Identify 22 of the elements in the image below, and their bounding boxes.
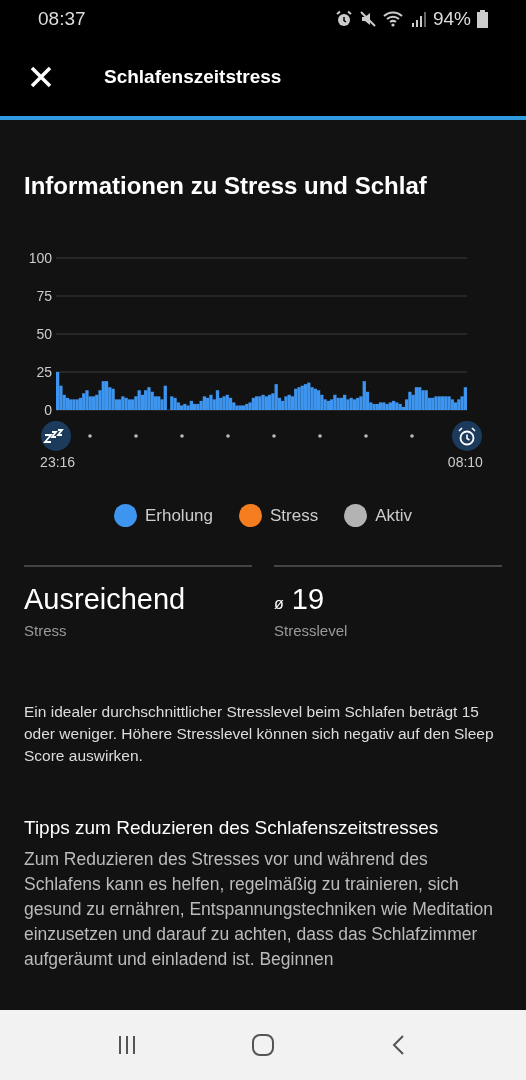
section-title: Informationen zu Stress und Schlaf (24, 172, 428, 200)
y-axis-label: 75 (36, 288, 52, 304)
stat-label: Stresslevel (274, 622, 348, 639)
average-symbol: ø (274, 595, 284, 613)
time-label: 23:16 (40, 454, 76, 470)
y-axis-label: 25 (36, 364, 52, 380)
battery-percent: 94% (432, 7, 471, 30)
y-axis-label: 0 (44, 402, 52, 418)
status-time: 08:37 (38, 7, 86, 30)
info-text: Ein idealer durchschnittlicher Stresslevel beim Schlafen beträgt 15 oder weniger. Höhere Stresslevel können sich negativ auf den Sleep Score auswirken. (24, 702, 495, 766)
tips-text: Zum Reduzieren des Stresses vor und während des Schlafens kann es helfen, regelmäßig zu trainieren, sich gesund zu ernähren, Entspannungstechniken wie Meditation einzusetzen und darauf zu achten, dass das Schlafzimmer aufgeräumt und einladend ist. Beginnen (24, 848, 494, 971)
stat-value: Ausreichend (24, 583, 186, 616)
legend-label: Erholung (144, 505, 213, 526)
y-axis-label: 100 (28, 250, 52, 266)
legend-label: Aktiv (375, 505, 413, 526)
y-axis-label: 50 (36, 326, 52, 342)
stat-value: 19 (291, 583, 325, 616)
stat-label: Stress (24, 622, 67, 639)
header-title: Schlafenszeitstress (104, 65, 282, 88)
legend-label: Stress (270, 505, 319, 526)
time-label: 08:10 (447, 454, 483, 470)
tips-title: Tipps zum Reduzieren des Schlafenszeitstresses (24, 817, 440, 839)
